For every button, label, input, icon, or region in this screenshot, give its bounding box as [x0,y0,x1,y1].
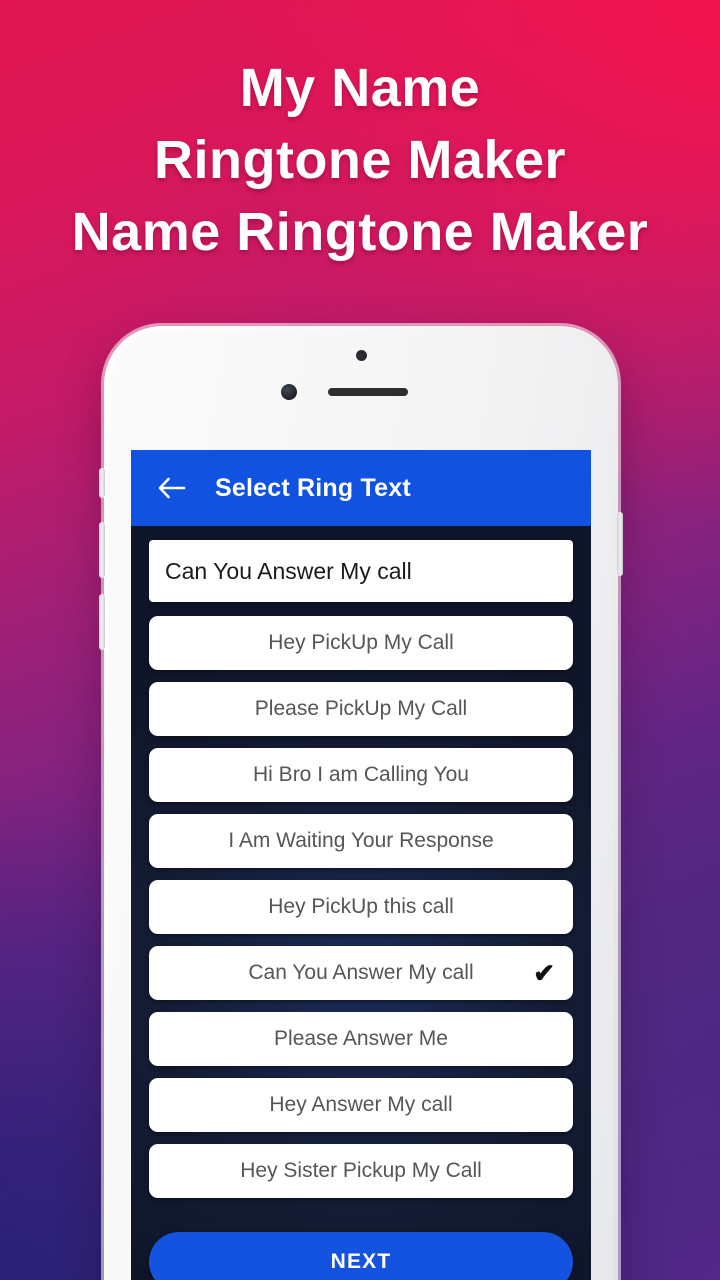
next-button-container: NEXT [131,1224,591,1280]
ring-text-item[interactable]: Please PickUp My Call [149,682,573,736]
ring-text-item-label: Hey PickUp this call [268,895,454,918]
ring-text-item[interactable]: Hey Sister Pickup My Call [149,1144,573,1198]
promo-title-line-2: Ringtone Maker [153,130,567,190]
phone-mockup: Select Ring Text Hey PickUp My Call Pleas… [99,326,623,1280]
back-arrow-icon[interactable] [155,475,189,501]
promo-screenshot: My Name Ringtone Maker Name Ringtone Mak… [0,0,720,1280]
ring-text-input[interactable] [149,540,573,602]
front-camera-icon [281,384,297,400]
check-icon: ✔ [533,958,555,988]
next-button[interactable]: NEXT [149,1232,573,1280]
earpiece-speaker-icon [328,388,408,396]
ring-text-input-container [131,526,591,610]
promo-title-line-3: Name Ringtone Maker [71,202,649,262]
ring-text-item[interactable]: Can You Answer My call ✔ [149,946,573,1000]
silent-switch-button[interactable] [99,468,105,498]
ring-text-item-label: Hey Answer My call [269,1093,453,1116]
ring-text-item[interactable]: I Am Waiting Your Response [149,814,573,868]
ring-text-item-label: Please PickUp My Call [254,697,468,720]
power-button[interactable] [617,512,623,576]
promo-title: My Name Ringtone Maker Name Ringtone Mak… [0,52,720,268]
ring-text-item-label: Please Answer Me [274,1027,448,1050]
page-title: Select Ring Text [215,473,411,502]
ring-text-item-label: Hi Bro I am Calling You [253,763,469,786]
app-bar: Select Ring Text [131,450,591,526]
promo-title-line-1: My Name [239,58,481,118]
ring-text-item[interactable]: Hey Answer My call [149,1078,573,1132]
ring-text-item[interactable]: Hey PickUp My Call [149,616,573,670]
proximity-sensor-icon [356,350,367,361]
ring-text-item-label: Hey Sister Pickup My Call [240,1159,482,1182]
phone-screen: Select Ring Text Hey PickUp My Call Pleas… [131,450,591,1280]
ring-text-item-label: Hey PickUp My Call [268,631,454,654]
volume-up-button[interactable] [99,522,105,578]
ring-text-item[interactable]: Hey PickUp this call [149,880,573,934]
volume-down-button[interactable] [99,594,105,650]
ring-text-list[interactable]: Hey PickUp My Call Please PickUp My Call H… [131,610,591,1224]
ring-text-item-label: I Am Waiting Your Response [228,829,494,852]
ring-text-item-label: Can You Answer My call [248,961,474,984]
ring-text-item[interactable]: Please Answer Me [149,1012,573,1066]
ring-text-item[interactable]: Hi Bro I am Calling You [149,748,573,802]
